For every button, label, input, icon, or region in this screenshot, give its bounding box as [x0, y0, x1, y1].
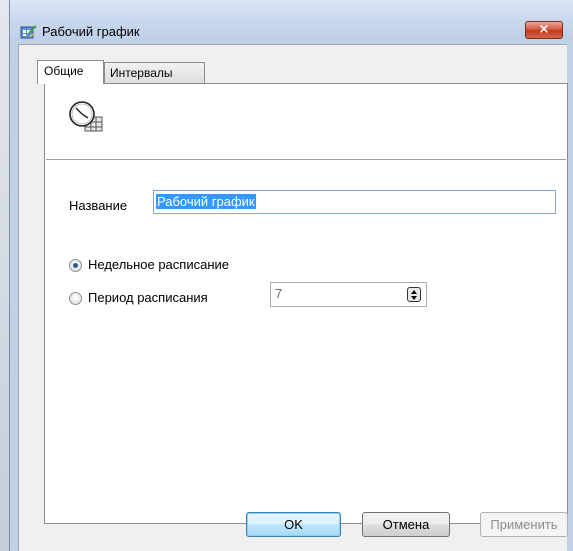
schedule-period-radio[interactable]	[69, 292, 82, 305]
apply-button[interactable]: Применить	[480, 512, 568, 537]
window-title: Рабочий график	[42, 24, 140, 39]
name-input[interactable]: Рабочий график	[153, 190, 556, 214]
weekly-schedule-radio[interactable]	[69, 259, 82, 272]
spin-updown-icon[interactable]	[407, 287, 421, 302]
name-input-value: Рабочий график	[156, 194, 256, 209]
period-value: 7	[275, 286, 283, 301]
title-bar[interactable]: Рабочий график ×	[10, 0, 573, 40]
period-spinbox[interactable]: 7	[270, 282, 427, 307]
cancel-button[interactable]: Отмена	[362, 512, 450, 537]
close-icon: ×	[538, 22, 550, 37]
general-tab-panel: Название Рабочий график Недельное распис…	[44, 83, 568, 524]
ok-button[interactable]: OK	[246, 512, 341, 537]
schedule-app-icon	[20, 25, 37, 39]
tab-general[interactable]: Общие	[37, 60, 104, 84]
header-divider	[46, 159, 566, 160]
dialog-window: Рабочий график × Общие Интервалы Названи…	[9, 0, 573, 551]
dialog-client-area: Общие Интервалы Название Рабочий график …	[18, 44, 568, 551]
name-label: Название	[69, 198, 128, 213]
schedule-period-label[interactable]: Период расписания	[88, 290, 208, 305]
tab-intervals[interactable]: Интервалы	[104, 62, 205, 84]
clock-calendar-icon	[69, 101, 103, 132]
weekly-schedule-label[interactable]: Недельное расписание	[88, 257, 229, 272]
close-button[interactable]: ×	[525, 21, 563, 39]
